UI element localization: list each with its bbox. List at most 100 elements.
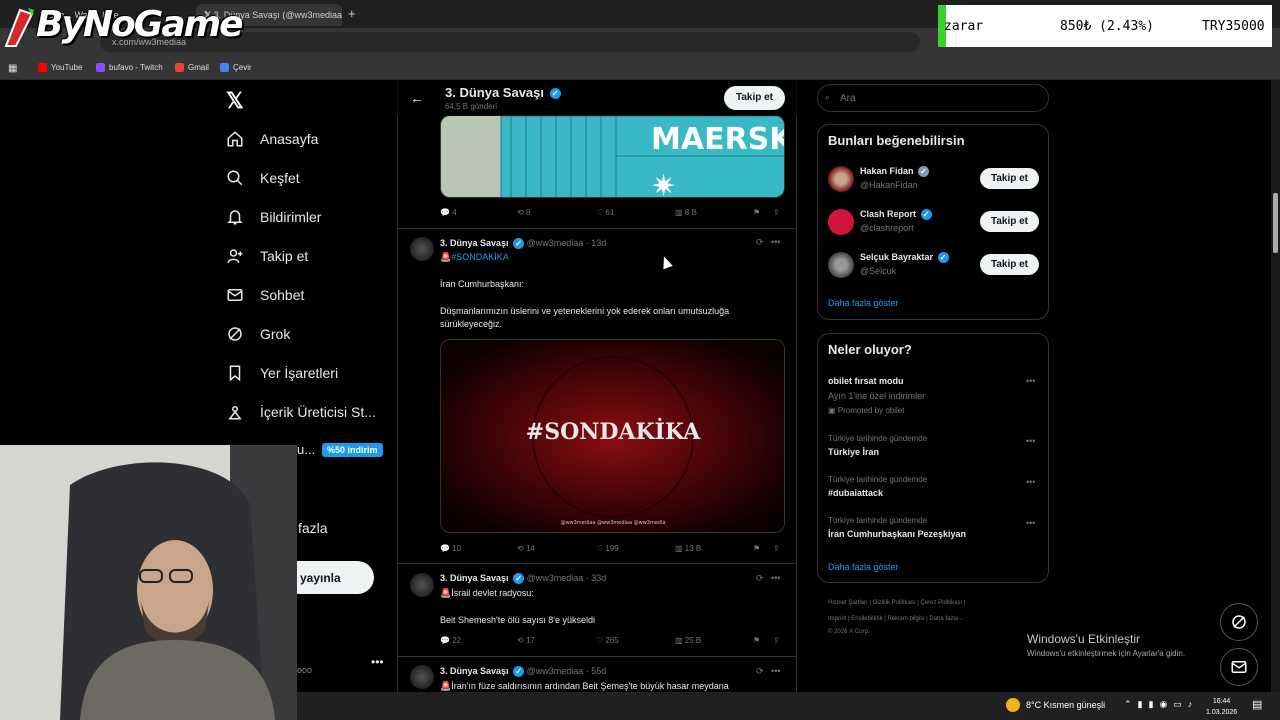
grok-icon (1232, 615, 1246, 629)
trend-name[interactable]: #dubaiattack (828, 488, 883, 498)
trend-name[interactable]: obilet fırsat modu (828, 376, 904, 386)
trend-more-icon[interactable]: ••• (1026, 436, 1035, 446)
nav-creator-studio[interactable]: İçerik Üreticisi St... (226, 403, 376, 421)
nav-follow[interactable]: Takip et (226, 247, 308, 265)
trend-more-icon[interactable]: ••• (1026, 518, 1035, 528)
follow-button[interactable]: Takip et (980, 211, 1039, 232)
post-time: · 55d (585, 666, 607, 676)
post-author[interactable]: 3. Dünya Savaşı ✓ @ww3mediaa · 33d (440, 573, 606, 585)
avatar[interactable] (410, 237, 434, 261)
suggestions-title: Bunları beğenebilirsin (828, 133, 965, 148)
system-tray-icons[interactable]: ⌃▮▮◉▭♪ (1124, 699, 1198, 710)
share-icon[interactable]: ⇪ (773, 208, 780, 217)
bookmark-translate[interactable]: Çevir (220, 63, 252, 72)
post-image[interactable]: MAERSK ✷ (440, 115, 785, 198)
nav-premium-partial[interactable]: u... (297, 442, 315, 457)
breaking-news-image: #SONDAKİKA @ww3mediaa @ww3mediaa @ww3med… (441, 340, 784, 532)
verified-icon: ✓ (549, 88, 561, 100)
verified-icon: ✓ (513, 666, 525, 678)
post-text-line: Beit Shemesh'te ölü sayısı 8'e yükseldi (440, 615, 596, 625)
repost-button[interactable]: ⟲ 14 (517, 544, 535, 553)
repost-button[interactable]: ⟲ 8 (517, 208, 530, 217)
avatar[interactable] (410, 665, 434, 689)
bookmark-label: bufavo - Twitch (109, 63, 163, 72)
profile-post-count: 64,5 B gönderi (445, 102, 498, 111)
footer-links[interactable]: Hizmet Şartları | Gizlilik Politikası | … (828, 600, 965, 606)
suggestion-handle: @clashreport (860, 223, 914, 233)
avatar[interactable] (410, 573, 434, 597)
reply-button[interactable]: 💬 10 (440, 544, 461, 553)
post-button[interactable]: yayınla (296, 561, 374, 594)
reply-button[interactable]: 💬 22 (440, 636, 461, 645)
x-logo-icon[interactable]: 𝕏 (226, 88, 244, 114)
post-options[interactable]: ⟳ ••• (756, 237, 781, 248)
avatar[interactable] (828, 209, 854, 235)
bookmark-icon[interactable]: ⚑ (753, 544, 760, 553)
trend-name[interactable]: İran Cumhurbaşkanı Pezeşkiyan (828, 529, 966, 539)
reply-button[interactable]: 💬 4 (440, 208, 457, 217)
like-button[interactable]: ♡ 199 (596, 544, 619, 553)
like-button[interactable]: ♡ 61 (596, 208, 614, 217)
trends-show-more[interactable]: Daha fazla göster (828, 562, 899, 572)
bookmark-gmail[interactable]: Gmail (175, 63, 209, 72)
grok-fab-button[interactable] (1220, 603, 1258, 641)
scrollbar-thumb[interactable] (1273, 193, 1278, 253)
svg-text:✷: ✷ (651, 169, 676, 198)
nav-chat[interactable]: Sohbet (226, 286, 304, 304)
search-input[interactable]: Ara (817, 84, 1049, 112)
account-more-icon[interactable]: ••• (371, 655, 384, 669)
profile-follow-button[interactable]: Takip et (724, 86, 785, 110)
page-scrollbar[interactable] (1271, 80, 1280, 692)
new-tab-button[interactable]: + (348, 6, 356, 21)
bookmark-icon[interactable]: ⚑ (753, 208, 760, 217)
post-divider (397, 563, 797, 564)
trend-more-icon[interactable]: ••• (1026, 477, 1035, 487)
nav-label: Keşfet (260, 170, 300, 186)
post-options[interactable]: ⟳ ••• (756, 666, 781, 677)
bookmark-label: YouTube (51, 63, 83, 72)
follow-button[interactable]: Takip et (980, 254, 1039, 275)
nav-bookmarks[interactable]: Yer İşaretleri (226, 364, 338, 382)
views-button[interactable]: ▥ 8 B (675, 208, 697, 217)
bookmark-twitch[interactable]: bufavo - Twitch (96, 63, 163, 72)
translate-icon (220, 63, 229, 72)
footer-links[interactable]: Imprint | Erişilebilirlik | Reklam bilgi… (828, 616, 965, 622)
like-button[interactable]: ♡ 265 (596, 636, 619, 645)
suggestion-name[interactable]: Hakan Fidan ✓ (860, 166, 930, 178)
views-button[interactable]: ▥ 25 B (675, 636, 701, 645)
verified-icon: ✓ (513, 573, 525, 585)
trend-name[interactable]: Türkiye İran (828, 447, 879, 457)
verified-icon: ✓ (513, 238, 525, 250)
nav-notifications[interactable]: Bildirimler (226, 208, 321, 226)
weather-widget[interactable]: 8°C Kısmen güneşli (1006, 698, 1105, 712)
post-hashtag[interactable]: 🚨#SONDAKİKA (440, 252, 509, 263)
post-author[interactable]: 3. Dünya Savaşı ✓ @ww3mediaa · 13d (440, 238, 606, 250)
twitch-icon (96, 63, 105, 72)
bookmark-icon[interactable]: ⚑ (753, 636, 760, 645)
bookmark-youtube[interactable]: YouTube (38, 63, 82, 72)
avatar[interactable] (828, 166, 854, 192)
notification-icon[interactable]: ▤ (1252, 698, 1262, 711)
avatar[interactable] (828, 252, 854, 278)
taskbar-clock[interactable]: 16:44 1.03.2026 (1206, 696, 1237, 718)
search-icon (227, 170, 243, 186)
repost-button[interactable]: ⟲ 17 (517, 636, 535, 645)
nav-grok[interactable]: Grok (226, 325, 290, 343)
views-button[interactable]: ▥ 13 B (675, 544, 701, 553)
suggestion-name[interactable]: Clash Report ✓ (860, 209, 932, 221)
back-arrow-icon[interactable]: ← (410, 90, 424, 106)
suggestions-show-more[interactable]: Daha fazla göster (828, 298, 899, 308)
follow-button[interactable]: Takip et (980, 168, 1039, 189)
post-options[interactable]: ⟳ ••• (756, 573, 781, 584)
share-icon[interactable]: ⇪ (773, 544, 780, 553)
apps-grid-icon[interactable]: ▦ (8, 63, 17, 74)
post-image[interactable]: #SONDAKİKA @ww3mediaa @ww3mediaa @ww3med… (440, 339, 785, 533)
messages-fab-button[interactable] (1220, 648, 1258, 686)
suggestion-name[interactable]: Selçuk Bayraktar ✓ (860, 252, 949, 264)
nav-explore[interactable]: Keşfet (226, 169, 300, 187)
nav-home[interactable]: Anasayfa (226, 130, 318, 148)
trend-more-icon[interactable]: ••• (1026, 376, 1035, 386)
nav-more[interactable]: fazla (298, 520, 328, 536)
post-author[interactable]: 3. Dünya Savaşı ✓ @ww3mediaa · 55d (440, 666, 607, 678)
share-icon[interactable]: ⇪ (773, 636, 780, 645)
